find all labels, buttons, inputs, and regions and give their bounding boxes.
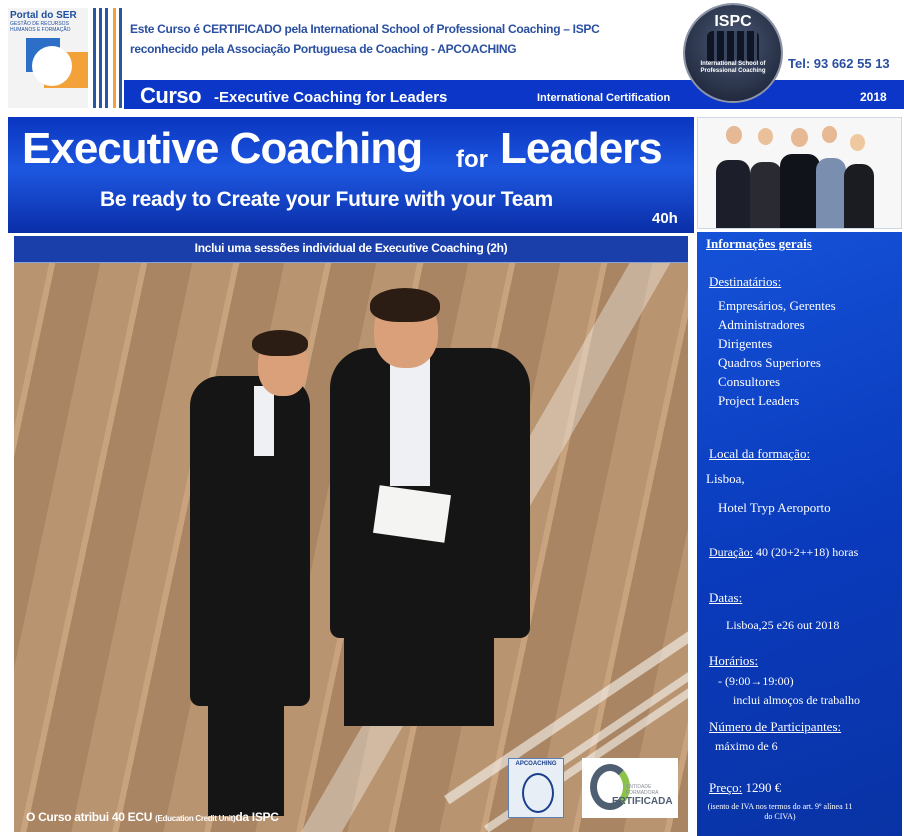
portal-do-ser-logo[interactable]: Portal do SER GESTÃO DE RECURSOS HUMANOS… bbox=[8, 8, 88, 108]
man-right-shirt bbox=[390, 356, 430, 486]
ispc-seal-name: ISPC bbox=[714, 13, 752, 30]
curso-word: Curso bbox=[140, 83, 202, 108]
banner-subtitle: Be ready to Create your Future with your… bbox=[100, 188, 553, 211]
footer-small: (Education Credit Unit) bbox=[155, 814, 236, 823]
team-person bbox=[844, 164, 874, 228]
banner-title: Executive Coaching bbox=[22, 124, 423, 173]
horarios-label: Horários: bbox=[709, 653, 759, 668]
footer-main: O Curso atribui 40 ECU bbox=[26, 810, 153, 824]
photo-caption: Inclui uma sessões individual de Executi… bbox=[194, 241, 508, 255]
team-person-head bbox=[850, 134, 865, 151]
team-person-head bbox=[726, 126, 742, 144]
certificada-subtext: ENTIDADE FORMADORA bbox=[626, 784, 659, 796]
team-person-head bbox=[791, 128, 808, 147]
preco-label: Preço: bbox=[709, 780, 743, 795]
man-right-hair bbox=[370, 288, 440, 322]
header-stripe bbox=[93, 8, 96, 108]
logo-circle bbox=[32, 46, 72, 86]
certification-text-line2: reconhecido pela Associação Portuguesa d… bbox=[130, 42, 517, 56]
certification-text-line1: Este Curso é CERTIFICADO pela Internatio… bbox=[130, 22, 600, 36]
local-hotel: Hotel Tryp Aeroporto bbox=[718, 500, 831, 515]
destinatarios-label: Destinatários: bbox=[709, 274, 782, 289]
ispc-seal-figures bbox=[707, 31, 759, 61]
entidade-certificada-logo[interactable]: ENTIDADE FORMADORA ERTIFICADA bbox=[582, 758, 678, 818]
local-city: Lisboa, bbox=[706, 471, 745, 486]
ispc-seal-subtitle: International School of Professional Coa… bbox=[700, 61, 766, 74]
team-photo bbox=[697, 117, 902, 229]
preco-value: 1290 € bbox=[745, 780, 782, 795]
logo-tagline: GESTÃO DE RECURSOS HUMANOS E FORMAÇÃO bbox=[10, 21, 71, 33]
header-stripe-orange bbox=[113, 8, 116, 108]
man-left-hair bbox=[252, 330, 308, 356]
local-label: Local da formação: bbox=[709, 446, 811, 461]
preco-row: Preço: 1290 € bbox=[709, 780, 781, 796]
man-left-legs bbox=[208, 696, 284, 816]
team-person-head bbox=[758, 128, 773, 145]
info-heading: Informações gerais bbox=[706, 236, 812, 251]
destinatario-item: Quadros Superiores bbox=[718, 355, 821, 370]
participantes-value: máximo de 6 bbox=[715, 739, 778, 753]
header-stripe bbox=[99, 8, 102, 108]
team-person bbox=[750, 162, 782, 228]
team-person bbox=[716, 160, 750, 228]
duracao-value: 40 (20+2++18) horas bbox=[755, 545, 859, 559]
destinatario-item: Dirigentes bbox=[718, 336, 773, 351]
team-person bbox=[780, 154, 820, 228]
horarios-note: inclui almoços de trabalho bbox=[733, 693, 860, 707]
apcoaching-logo-text: APCOACHING bbox=[515, 761, 557, 767]
course-year: 2018 bbox=[860, 90, 887, 104]
man-right-legs bbox=[344, 626, 494, 726]
banner-title-leaders: Leaders bbox=[500, 124, 663, 173]
team-person-head bbox=[822, 126, 837, 143]
apcoaching-logo[interactable]: APCOACHING bbox=[508, 758, 564, 818]
datas-value: Lisboa,25 e26 out 2018 bbox=[726, 618, 840, 632]
info-panel: Informações gerais Destinatários: Empres… bbox=[697, 232, 902, 836]
certificada-text: ERTIFICADA bbox=[612, 796, 673, 807]
logo-title: Portal do SER bbox=[10, 10, 77, 21]
header-stripe bbox=[119, 8, 122, 108]
destinatario-item: Consultores bbox=[718, 374, 781, 389]
course-title: -Executive Coaching for Leaders bbox=[214, 89, 448, 106]
duracao-label: Duração: bbox=[709, 545, 753, 559]
preco-note: (isento de IVA nos termos do art. 9º alí… bbox=[707, 802, 853, 821]
participantes-label: Número de Participantes: bbox=[709, 719, 842, 734]
datas-label: Datas: bbox=[709, 590, 743, 605]
international-certification-label: International Certification bbox=[537, 92, 671, 104]
header-stripe bbox=[105, 8, 108, 108]
banner-title-for: for bbox=[456, 146, 488, 173]
footer-end: da ISPC bbox=[235, 810, 279, 824]
man-left-suit bbox=[190, 376, 310, 706]
horarios-value: - (9:00→19:00) bbox=[718, 674, 794, 688]
course-hours: 40h bbox=[652, 210, 678, 227]
man-left-shirt bbox=[254, 386, 274, 456]
destinatario-item: Empresários, Gerentes bbox=[718, 298, 836, 313]
photo-footer: O Curso atribui 40 ECU (Education Credit… bbox=[26, 810, 279, 824]
team-person bbox=[816, 158, 846, 228]
document-paper bbox=[373, 485, 451, 543]
phone-number[interactable]: Tel: 93 662 55 13 bbox=[788, 56, 890, 71]
destinatario-item: Administradores bbox=[718, 317, 805, 332]
destinatario-item: Project Leaders bbox=[718, 393, 800, 408]
ispc-seal-logo[interactable]: ISPC International School of Professiona… bbox=[685, 5, 781, 101]
apcoaching-emblem bbox=[522, 773, 554, 813]
duracao-row: Duração: 40 (20+2++18) horas bbox=[709, 545, 858, 560]
executives-photo bbox=[14, 236, 688, 832]
